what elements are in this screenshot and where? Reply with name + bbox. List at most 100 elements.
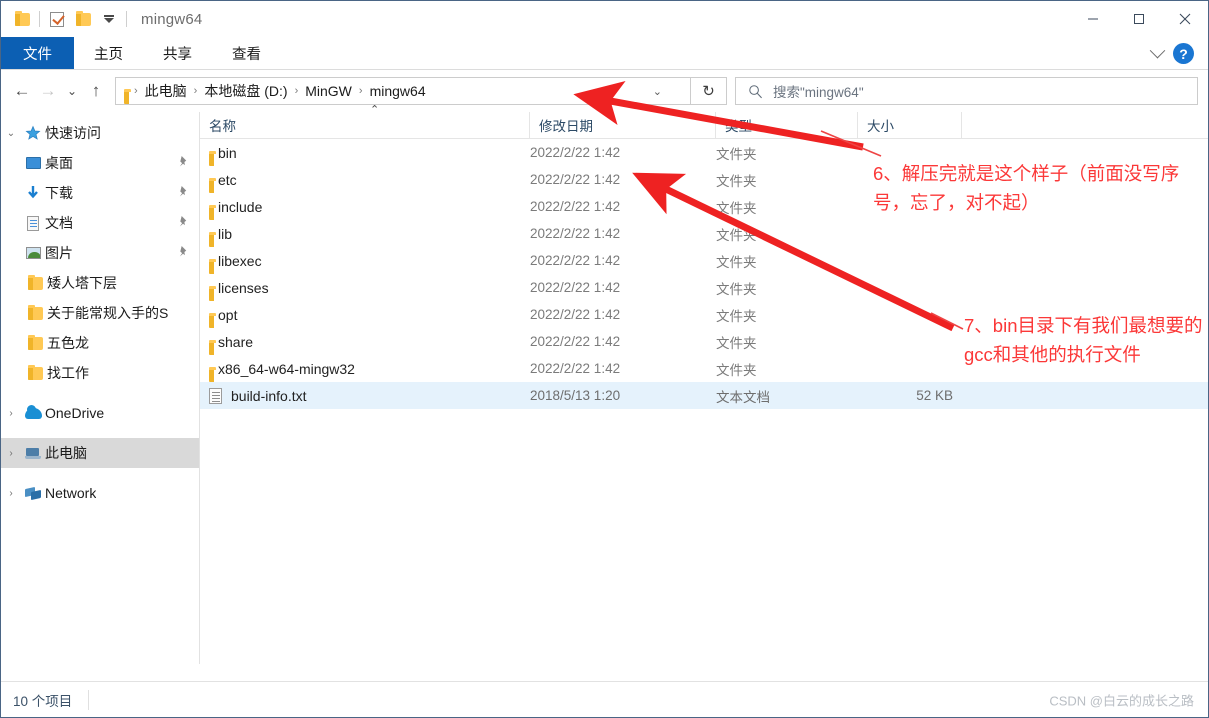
file-date: 2022/2/22 1:42 (530, 280, 621, 295)
breadcrumb-item-3[interactable]: mingw64 (369, 83, 427, 99)
table-row[interactable]: build-info.txt 2018/5/13 1:20 文本文档 52 KB (200, 382, 1208, 409)
back-button[interactable]: ← (9, 76, 35, 106)
sidebar-item-label: 快速访问 (45, 125, 101, 141)
file-name-cell: x86_64-w64-mingw32 (200, 355, 530, 382)
annotation-text-2: 7、bin目录下有我们最想要的gcc和其他的执行文件 (964, 315, 1203, 365)
file-name-cell: opt (200, 301, 530, 328)
breadcrumb-item-1[interactable]: 本地磁盘 (D:) (203, 81, 288, 101)
folder-icon (23, 334, 47, 350)
file-type: 文件夹 (716, 281, 757, 297)
file-type: 文件夹 (716, 173, 757, 189)
column-header-name[interactable]: 名称 (200, 111, 530, 139)
breadcrumb-separator-2: › (294, 85, 299, 97)
expander-icon[interactable]: › (1, 448, 21, 459)
table-row[interactable]: licenses 2022/2/22 1:42 文件夹 (200, 274, 1208, 301)
title-bar: mingw64 (1, 1, 1208, 37)
pin-icon[interactable] (178, 155, 189, 171)
sidebar-item-label: 此电脑 (45, 445, 87, 461)
file-name-cell: share (200, 328, 530, 355)
refresh-button[interactable]: ↻ (691, 77, 727, 105)
column-header-type[interactable]: 类型 (716, 111, 858, 139)
file-name: include (218, 198, 263, 215)
documents-icon (21, 215, 45, 231)
sidebar-item-label: 桌面 (45, 155, 73, 171)
expander-icon[interactable]: › (1, 488, 21, 499)
file-date: 2018/5/13 1:20 (530, 388, 621, 403)
tab-file[interactable]: 文件 (1, 37, 74, 69)
sidebar-item-documents[interactable]: 文档 (1, 208, 199, 238)
folder-icon (23, 304, 47, 320)
item-count-label: 10 个项目 (13, 693, 73, 709)
expander-icon[interactable]: ⌄ (1, 128, 21, 139)
this-pc-icon (21, 447, 45, 459)
file-date: 2022/2/22 1:42 (530, 226, 621, 241)
breadcrumb-item-0[interactable]: 此电脑 (144, 81, 188, 101)
customize-quick-access-caret-icon[interactable] (96, 6, 122, 32)
file-size (858, 301, 962, 328)
file-name-cell: licenses (200, 274, 530, 301)
new-folder-icon[interactable] (70, 6, 96, 32)
recent-locations-icon[interactable]: ⌄ (61, 76, 83, 106)
toolbar-divider (39, 11, 40, 27)
file-name: opt (218, 306, 238, 323)
chevron-down-icon[interactable] (1149, 42, 1166, 59)
column-header-size[interactable]: 大小 (858, 111, 962, 139)
search-input[interactable]: 搜索"mingw64" (735, 77, 1198, 105)
file-name: x86_64-w64-mingw32 (218, 360, 355, 377)
maximize-button[interactable] (1116, 1, 1162, 37)
column-header-date[interactable]: 修改日期 (530, 111, 716, 139)
sidebar-item-onedrive[interactable]: › OneDrive (1, 398, 199, 428)
file-type: 文件夹 (716, 335, 757, 351)
pin-icon[interactable] (178, 215, 189, 231)
file-type: 文件夹 (716, 254, 757, 270)
file-name: licenses (218, 279, 269, 296)
pin-icon[interactable] (178, 185, 189, 201)
file-type: 文件夹 (716, 308, 757, 324)
help-button[interactable]: ? (1173, 43, 1194, 64)
file-date: 2022/2/22 1:42 (530, 334, 621, 349)
up-button[interactable]: ↑ (83, 76, 109, 106)
sidebar-item-folder-1[interactable]: 矮人塔下层 (1, 268, 199, 298)
file-date: 2022/2/22 1:42 (530, 253, 621, 268)
close-button[interactable] (1162, 1, 1208, 37)
address-dropdown-icon[interactable]: ⌄ (653, 78, 662, 104)
breadcrumb-item-2[interactable]: MinGW (304, 83, 353, 99)
file-name: libexec (218, 252, 262, 269)
sidebar-item-folder-4[interactable]: 找工作 (1, 358, 199, 388)
folder-icon[interactable] (9, 6, 35, 32)
file-type: 文件夹 (716, 362, 757, 378)
tab-home[interactable]: 主页 (74, 37, 143, 69)
tab-share[interactable]: 共享 (143, 37, 212, 69)
minimize-button[interactable] (1070, 1, 1116, 37)
file-size (858, 274, 962, 301)
sidebar-item-this-pc[interactable]: › 此电脑 (1, 438, 199, 468)
tab-view[interactable]: 查看 (212, 37, 281, 69)
sort-ascending-icon: ⌃ (370, 104, 380, 116)
sidebar-item-quick-access[interactable]: ⌄ 快速访问 (1, 118, 199, 148)
status-bar: 10 个项目 CSDN @白云的成长之路 (1, 681, 1208, 717)
file-name: etc (218, 171, 237, 188)
properties-icon[interactable] (44, 6, 70, 32)
column-header-row: ⌃ 名称 修改日期 类型 大小 (200, 104, 1208, 139)
expander-icon[interactable]: › (1, 408, 21, 419)
sidebar-item-desktop[interactable]: 桌面 (1, 148, 199, 178)
table-row[interactable]: lib 2022/2/22 1:42 文件夹 (200, 220, 1208, 247)
file-type: 文件夹 (716, 200, 757, 216)
table-row[interactable]: libexec 2022/2/22 1:42 文件夹 (200, 247, 1208, 274)
sidebar-item-pictures[interactable]: 图片 (1, 238, 199, 268)
sidebar-item-folder-2[interactable]: 关于能常规入手的S (1, 298, 199, 328)
file-name-cell: libexec (200, 247, 530, 274)
file-name: lib (218, 225, 233, 242)
address-bar[interactable]: › 此电脑 › 本地磁盘 (D:) › MinGW › mingw64 ⌄ (115, 77, 691, 105)
sidebar-item-label: 文档 (45, 215, 73, 231)
file-size (858, 355, 962, 382)
navigation-pane: ⌄ 快速访问 桌面 下载 文档 图片 矮人塔下层 关于能常规入手的S 五色龙 找… (1, 112, 200, 664)
pin-icon[interactable] (178, 245, 189, 261)
network-icon (21, 487, 45, 500)
sidebar-item-downloads[interactable]: 下载 (1, 178, 199, 208)
sidebar-item-label: 下载 (45, 185, 73, 201)
window-controls (1070, 1, 1208, 37)
sidebar-item-folder-3[interactable]: 五色龙 (1, 328, 199, 358)
sidebar-item-network[interactable]: › Network (1, 478, 199, 508)
file-date: 2022/2/22 1:42 (530, 145, 621, 160)
